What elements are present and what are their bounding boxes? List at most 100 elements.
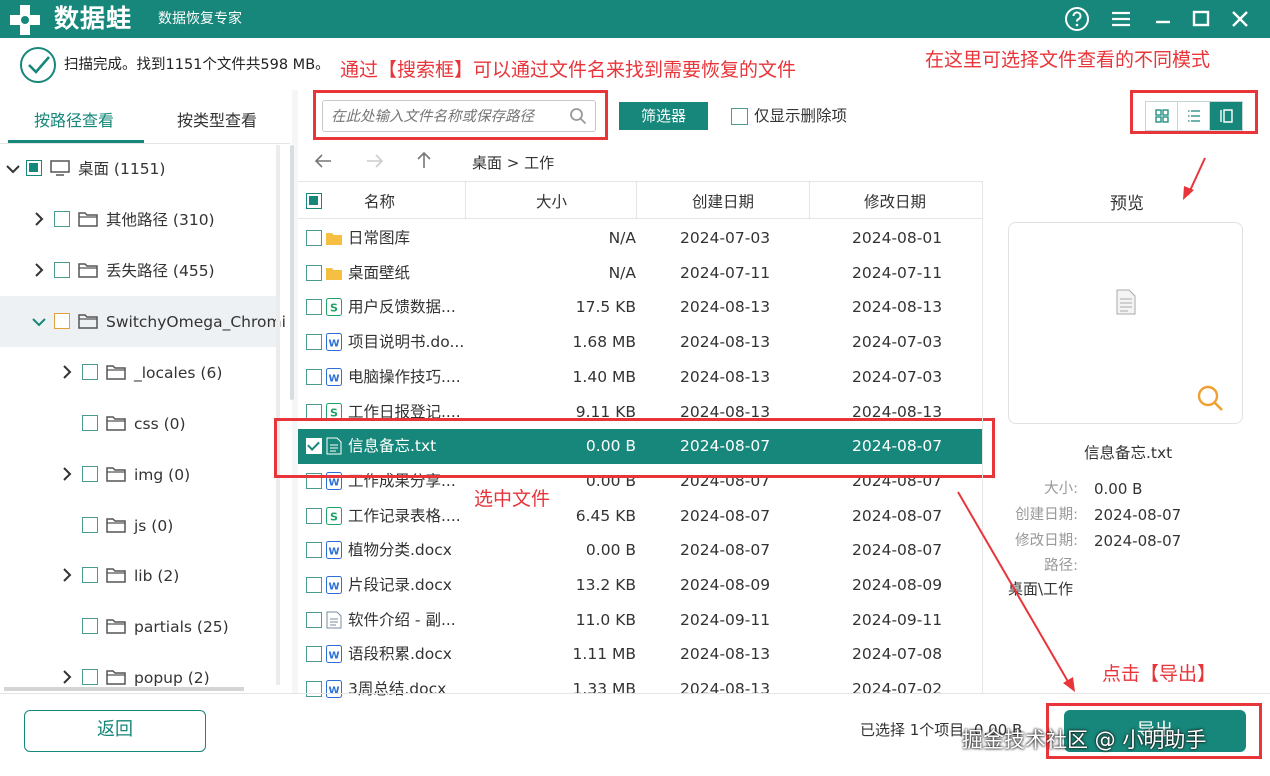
maximize-icon[interactable] [1187, 5, 1215, 33]
row-checkbox[interactable] [306, 681, 322, 698]
svg-text:S: S [330, 302, 338, 315]
row-checkbox[interactable] [306, 264, 322, 281]
file-modified: 2024-08-01 [852, 229, 943, 247]
table-row[interactable]: 桌面壁纸 N/A 2024-07-11 2024-07-11 [298, 256, 982, 291]
column-header-modified[interactable]: 修改日期 [864, 192, 926, 212]
file-size: 17.5 KB [575, 298, 636, 317]
back-button[interactable]: 返回 [24, 710, 206, 752]
row-checkbox[interactable] [306, 577, 322, 593]
breadcrumb[interactable]: 桌面 > 工作 [472, 153, 554, 173]
table-row[interactable]: S 用户反馈数据... 17.5 KB 2024-08-13 2024-08-13 [298, 290, 982, 325]
tree-item-img[interactable]: img (0) [0, 449, 278, 500]
tree-item-label: css (0) [134, 415, 186, 433]
menu-icon[interactable] [1107, 5, 1135, 33]
column-header-created[interactable]: 创建日期 [692, 192, 754, 212]
row-checkbox[interactable] [306, 230, 322, 246]
row-checkbox[interactable] [306, 507, 322, 524]
file-created: 2024-08-07 [680, 506, 771, 525]
minimize-icon[interactable] [1149, 5, 1177, 33]
file-list-scrollbar[interactable] [290, 145, 294, 400]
tree-checkbox[interactable] [54, 313, 70, 329]
chevron-down-icon[interactable] [6, 162, 20, 176]
table-row[interactable]: S 工作记录表格.... 6.45 KB 2024-08-07 2024-08-07 [298, 499, 982, 534]
chevron-right-icon[interactable] [32, 212, 46, 226]
folder-icon [78, 212, 98, 227]
search-box[interactable] [322, 100, 596, 132]
table-row[interactable]: W 3周总结.docx 1.33 MB 2024-08-13 2024-07-02 [298, 672, 982, 707]
table-row[interactable]: 日常图库 N/A 2024-07-03 2024-08-01 [298, 221, 982, 256]
tree-item-popup[interactable]: popup (2) [0, 652, 278, 688]
row-checkbox[interactable] [306, 299, 322, 316]
grid-view-button[interactable] [1146, 102, 1178, 130]
deleted-only-checkbox[interactable] [731, 108, 748, 125]
file-created: 2024-08-13 [680, 367, 771, 386]
detail-view-button[interactable] [1210, 102, 1242, 130]
column-separator [636, 182, 637, 219]
chevron-right-icon[interactable] [32, 263, 46, 277]
tree-scrollbar[interactable] [276, 145, 280, 685]
table-row[interactable]: W 电脑操作技巧.... 1.40 MB 2024-08-13 2024-07-03 [298, 360, 982, 395]
tree-checkbox[interactable] [26, 160, 42, 176]
zoom-icon[interactable] [1195, 383, 1225, 413]
svg-text:W: W [328, 547, 339, 558]
tree-checkbox[interactable] [82, 517, 98, 533]
tree-checkbox[interactable] [82, 415, 98, 431]
tree-checkbox[interactable] [82, 567, 98, 583]
column-header-name[interactable]: 名称 [364, 192, 395, 212]
tree-checkbox[interactable] [82, 364, 98, 380]
file-created: 2024-08-13 [680, 298, 771, 317]
chevron-right-icon[interactable] [60, 670, 74, 684]
chevron-right-icon[interactable] [60, 467, 74, 481]
tree-item-desktop[interactable]: 桌面 (1151) [0, 143, 278, 194]
table-row[interactable]: W 片段记录.docx 13.2 KB 2024-08-09 2024-08-09 [298, 568, 982, 603]
column-header-size[interactable]: 大小 [536, 192, 567, 212]
forward-arrow-icon[interactable] [366, 153, 384, 169]
tree-item-switchyomega[interactable]: SwitchyOmega_Chromi [0, 296, 286, 347]
list-view-button[interactable] [1178, 102, 1210, 130]
row-checkbox[interactable] [306, 334, 322, 351]
tree-checkbox[interactable] [82, 618, 98, 634]
tree-checkbox[interactable] [54, 262, 70, 278]
table-row[interactable]: W 植物分类.docx 0.00 B 2024-08-07 2024-08-07 [298, 533, 982, 568]
tree-item-partials[interactable]: partials (25) [0, 601, 278, 652]
filter-button[interactable]: 筛选器 [619, 102, 708, 130]
word-document-icon: W [326, 367, 342, 386]
table-row[interactable]: W 项目说明书.do... 1.68 MB 2024-08-13 2024-07-03 [298, 325, 982, 360]
tree-item-lib[interactable]: lib (2) [0, 550, 278, 601]
tab-by-type[interactable]: 按类型查看 [177, 110, 257, 132]
preview-size-label: 大小: [1044, 481, 1078, 497]
row-checkbox[interactable] [306, 368, 322, 385]
search-icon[interactable] [569, 107, 587, 125]
tree-checkbox[interactable] [82, 669, 98, 685]
tree-item-locales[interactable]: _locales (6) [0, 347, 278, 398]
tree-horizontal-scrollbar[interactable] [4, 687, 244, 691]
row-checkbox[interactable] [306, 646, 322, 663]
chevron-right-icon[interactable] [60, 365, 74, 379]
select-all-checkbox[interactable] [306, 193, 322, 209]
tab-by-path[interactable]: 按路径查看 [34, 110, 114, 132]
close-icon[interactable] [1226, 5, 1254, 33]
scan-status-text: 扫描完成。找到1151个文件共598 MB。 [64, 57, 330, 73]
row-checkbox[interactable] [306, 611, 322, 628]
svg-text:W: W [328, 582, 339, 593]
detail-view-icon [1220, 109, 1233, 123]
tree-item-js[interactable]: js (0) [0, 500, 278, 551]
chevron-right-icon[interactable] [60, 568, 74, 582]
table-row[interactable]: W 语段积累.docx 1.11 MB 2024-08-13 2024-07-08 [298, 637, 982, 672]
tree-item-lost-paths[interactable]: 丢失路径 (455) [0, 245, 278, 296]
up-arrow-icon[interactable] [416, 151, 432, 169]
search-input[interactable] [331, 107, 561, 127]
tree-checkbox[interactable] [54, 211, 70, 227]
table-row[interactable]: 软件介绍 - 副... 11.0 KB 2024-09-11 2024-09-11 [298, 603, 982, 638]
back-arrow-icon[interactable] [314, 153, 332, 169]
preview-area [1008, 222, 1243, 424]
chevron-down-icon[interactable] [32, 315, 46, 329]
spreadsheet-icon: S [326, 298, 342, 317]
help-icon[interactable] [1063, 5, 1091, 33]
tree-checkbox[interactable] [82, 466, 98, 482]
tree-item-other-paths[interactable]: 其他路径 (310) [0, 194, 278, 245]
tree-item-css[interactable]: css (0) [0, 398, 278, 449]
row-checkbox[interactable] [306, 542, 322, 559]
svg-text:W: W [328, 373, 339, 384]
tree-item-label: 其他路径 (310) [106, 211, 215, 229]
